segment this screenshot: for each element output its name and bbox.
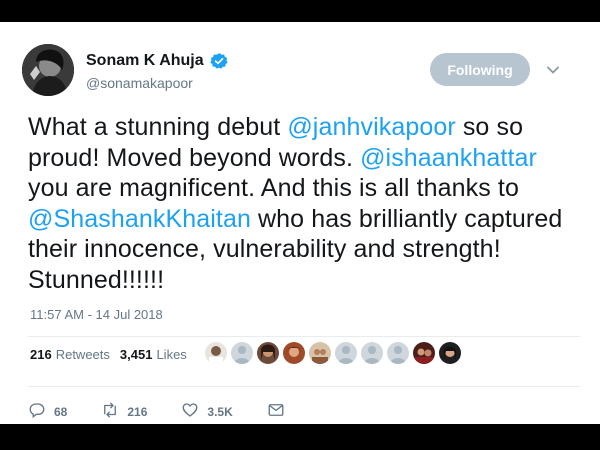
retweets-label: Retweets (55, 347, 110, 362)
like-count: 3.5K (207, 404, 233, 419)
mention-link[interactable]: @ShashankKhaitan (28, 205, 251, 233)
author-name[interactable]: Sonam K Ahuja (86, 52, 204, 70)
divider (28, 336, 580, 337)
retweet-button[interactable]: 216 (101, 401, 147, 422)
retweets-stat[interactable]: 216 Retweets (30, 347, 110, 362)
likes-label: Likes (156, 347, 187, 362)
liker-avatar[interactable] (335, 342, 357, 364)
liker-avatar[interactable] (231, 342, 253, 364)
tweet-actions: 68 216 3.5K (28, 401, 319, 422)
following-button[interactable]: Following (430, 53, 530, 86)
like-button[interactable]: 3.5K (181, 401, 233, 422)
mention-link[interactable]: @janhvikapoor (287, 113, 455, 141)
reply-count: 68 (54, 404, 68, 419)
tweet-text-part: you are magnificent. And this is all tha… (28, 174, 519, 202)
tweet-text-part: What a stunning debut (28, 113, 288, 141)
retweets-count: 216 (30, 347, 52, 362)
likes-stat[interactable]: 3,451 Likes (120, 347, 187, 362)
envelope-icon (267, 401, 285, 422)
liker-avatar[interactable] (413, 342, 435, 364)
liker-avatar[interactable] (257, 342, 279, 364)
reply-icon (28, 401, 46, 422)
divider (28, 386, 580, 387)
avatar[interactable] (22, 44, 74, 96)
tweet-timestamp[interactable]: 11:57 AM - 14 Jul 2018 (30, 307, 163, 322)
chevron-down-icon[interactable] (545, 62, 561, 78)
liker-avatar[interactable] (439, 342, 461, 364)
liker-avatar[interactable] (283, 342, 305, 364)
message-button[interactable] (267, 401, 285, 422)
verified-badge-icon (210, 52, 228, 70)
tweet-text: What a stunning debut @janhvikapoor so s… (28, 112, 583, 295)
letterbox-frame: Sonam K Ahuja @sonamakapoor Following Wh… (0, 0, 600, 450)
liker-avatar[interactable] (361, 342, 383, 364)
liker-avatar[interactable] (387, 342, 409, 364)
engagement-stats: 216 Retweets 3,451 Likes (30, 347, 197, 362)
tweet-card: Sonam K Ahuja @sonamakapoor Following Wh… (0, 22, 600, 424)
mention-link[interactable]: @ishaankhattar (360, 144, 537, 172)
liker-avatars (205, 342, 461, 364)
retweet-icon (101, 401, 119, 422)
likes-count: 3,451 (119, 347, 153, 362)
liker-avatar[interactable] (309, 342, 331, 364)
heart-icon (181, 401, 199, 422)
author-row: Sonam K Ahuja (86, 52, 228, 70)
liker-avatar[interactable] (205, 342, 227, 364)
reply-button[interactable]: 68 (28, 401, 67, 422)
retweet-count: 216 (127, 404, 148, 419)
author-handle[interactable]: @sonamakapoor (86, 75, 193, 91)
